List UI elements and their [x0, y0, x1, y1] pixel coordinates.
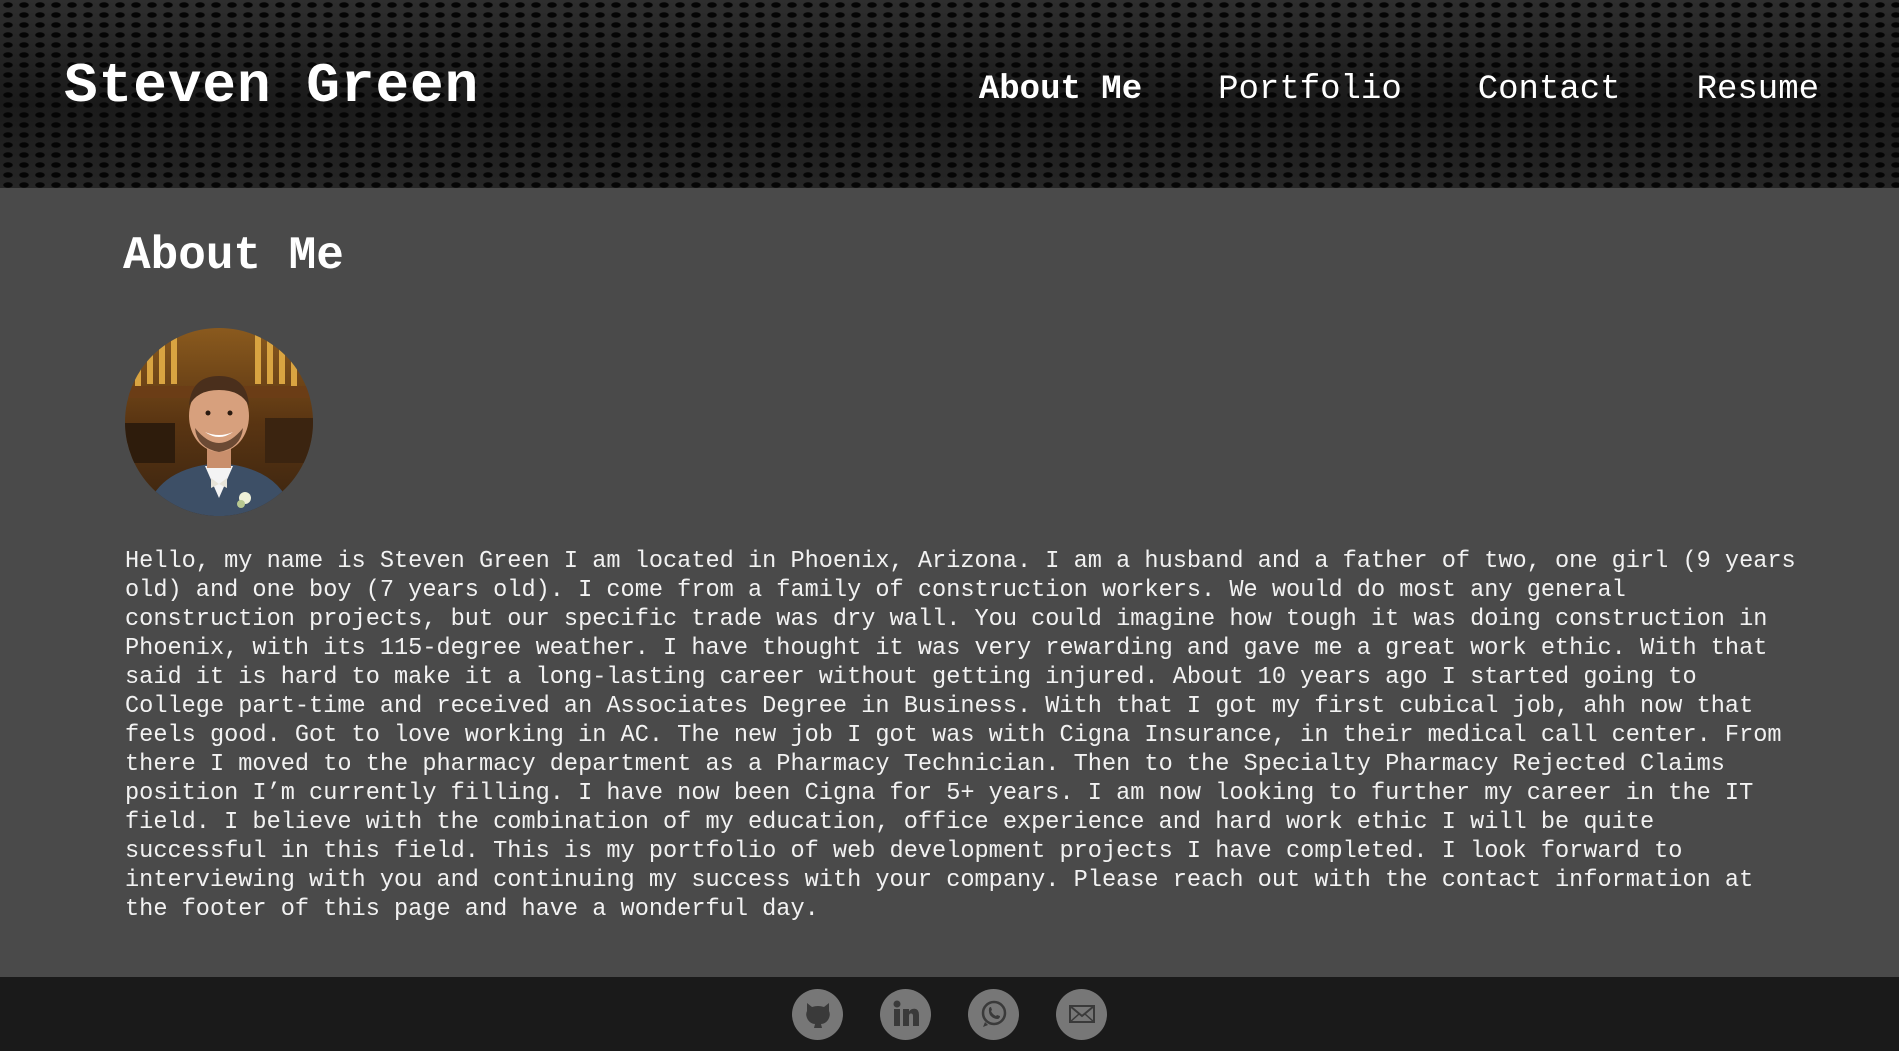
linkedin-link[interactable]	[880, 988, 931, 1040]
whatsapp-icon	[981, 1000, 1006, 1027]
avatar-photo	[125, 328, 313, 516]
avatar	[125, 328, 313, 516]
about-section: About Me Hello, my name is Steven Green …	[0, 188, 1899, 977]
site-brand[interactable]: Steven Green	[64, 58, 479, 114]
main-nav: About Me Portfolio Contact Resume	[903, 73, 1819, 107]
linkedin-icon	[893, 1000, 919, 1026]
site-header: Steven Green About Me Portfolio Contact …	[0, 0, 1899, 188]
page-title: About Me	[123, 230, 344, 282]
whatsapp-link[interactable]	[968, 988, 1019, 1040]
bio-paragraph: Hello, my name is Steven Green I am loca…	[125, 548, 1796, 923]
site-footer	[0, 977, 1899, 1051]
nav-link-portfolio[interactable]: Portfolio	[1218, 73, 1402, 107]
email-link[interactable]	[1056, 988, 1107, 1040]
nav-link-contact[interactable]: Contact	[1478, 73, 1621, 107]
github-link[interactable]	[792, 988, 843, 1040]
email-icon	[1068, 1005, 1095, 1023]
nav-link-about-me[interactable]: About Me	[979, 73, 1142, 107]
github-icon	[805, 1003, 830, 1028]
nav-link-resume[interactable]: Resume	[1697, 73, 1819, 107]
